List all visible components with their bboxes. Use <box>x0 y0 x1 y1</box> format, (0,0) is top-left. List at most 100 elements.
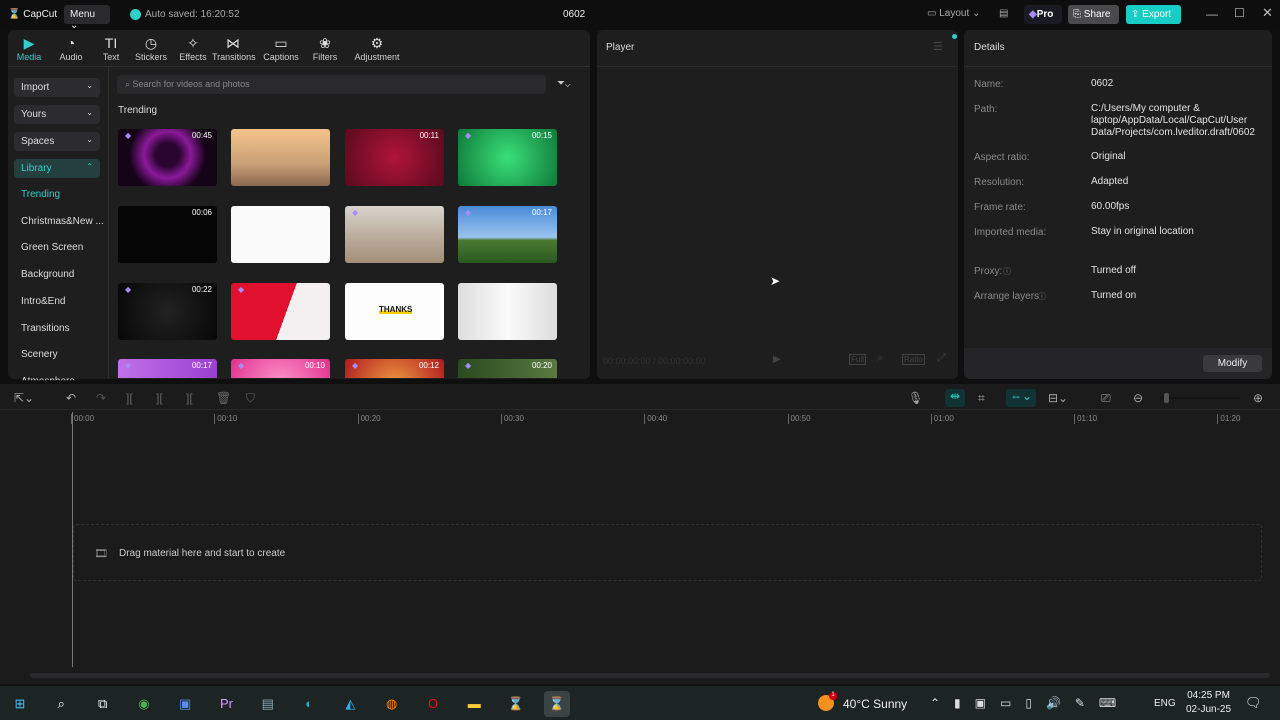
media-thumbnail[interactable]: ◆ <box>231 283 330 340</box>
media-grid: ◆ 00:45 00:11 ◆ 00:15 00:06 ◆ ◆ 00:17 ◆ 00:22 ◆ THAN… <box>108 120 590 378</box>
sidebar-item[interactable]: Christmas&New ... <box>21 216 104 227</box>
pro-button[interactable]: ◆Pro <box>1024 5 1062 24</box>
tray-icons[interactable]: ⌃▮▣▭▯🔊✎⌨ <box>930 696 1130 710</box>
media-thumbnail[interactable]: ◆ 00:22 <box>118 283 217 340</box>
split-right-icon[interactable]: ][ <box>186 391 193 405</box>
capcut-active-icon[interactable]: ⌛ <box>543 691 570 717</box>
media-thumbnail[interactable] <box>458 283 557 340</box>
media-thumbnail[interactable]: ◆ 00:10 <box>231 359 330 378</box>
firefox-icon[interactable]: ◍ <box>379 691 405 717</box>
search-icon[interactable]: ⌕ <box>48 691 74 717</box>
menu-icon[interactable]: ☰ <box>933 40 943 53</box>
redo-icon[interactable]: ↷ <box>96 391 106 405</box>
premiere-icon[interactable]: Pr <box>214 691 240 717</box>
sidebar-library-button[interactable]: Library ⌃ <box>14 159 100 178</box>
fullscreen-icon[interactable]: ⤢ <box>937 352 946 365</box>
info-icon[interactable]: ⓘ <box>1003 266 1011 277</box>
share-button[interactable]: ⎘ Share <box>1068 5 1119 24</box>
linkage-icon[interactable]: ⌗ <box>978 391 985 406</box>
menu-button[interactable]: Menu ⌄ <box>64 5 110 31</box>
zoom-out-icon[interactable]: ⊖ <box>1133 391 1143 405</box>
filter-button[interactable]: ⏷⌄ <box>557 78 570 89</box>
sidebar-item[interactable]: Trending <box>21 189 60 200</box>
media-thumbnail[interactable]: 00:06 <box>118 206 217 263</box>
zoom-slider-handle[interactable] <box>1164 393 1169 403</box>
media-thumbnail[interactable] <box>231 129 330 186</box>
tab-transitions[interactable]: ⋈ Transitions <box>212 34 256 62</box>
app2-icon[interactable]: ▤ <box>255 691 281 717</box>
modify-button[interactable]: Modify <box>1203 355 1262 372</box>
chrome-icon[interactable]: ◉ <box>131 691 157 717</box>
tab-stickers[interactable]: ◷ Stickers <box>130 34 172 62</box>
microphone-icon[interactable]: 🎙 <box>908 391 923 405</box>
zoom-slider[interactable] <box>1160 393 1240 403</box>
split-left-icon[interactable]: ][ <box>156 391 163 405</box>
export-button[interactable]: ⇪ Export <box>1126 5 1181 24</box>
app-icon[interactable]: ▣ <box>172 691 198 717</box>
weather-text[interactable]: 40°C Sunny <box>843 697 907 711</box>
split-view-icon[interactable]: ⊟⌄ <box>1048 391 1068 405</box>
zoom-icon[interactable]: ⌕ <box>877 352 883 365</box>
layout-button[interactable]: ▭ Layout ⌄ <box>927 8 980 19</box>
sidebar-item[interactable]: Background <box>21 269 74 280</box>
tab-text[interactable]: TI Text <box>90 34 132 62</box>
sidebar-yours-button[interactable]: Yours ⌄ <box>14 105 100 124</box>
language-indicator[interactable]: ENG <box>1154 698 1176 709</box>
ruler-tick: 01:00 <box>930 414 954 424</box>
capcut-icon[interactable]: ⌛ <box>503 691 529 717</box>
media-thumbnail[interactable]: ◆ 00:15 <box>458 129 557 186</box>
select-tool-icon[interactable]: ⇱⌄ <box>14 391 34 405</box>
media-thumbnail[interactable]: ◆ <box>345 206 444 263</box>
tab-filters[interactable]: ❀ Filters <box>304 34 346 62</box>
split-icon[interactable]: ][ <box>126 391 133 405</box>
ratio-button[interactable]: Ratio <box>902 354 925 365</box>
magnet-icon[interactable]: ⇹ <box>945 389 965 407</box>
media-thumbnail[interactable]: ◆ 00:12 <box>345 359 444 378</box>
tab-media[interactable]: ▶ Media <box>8 34 50 62</box>
task-view-icon[interactable]: ⧉ <box>90 691 116 717</box>
full-button[interactable]: Full <box>849 354 866 365</box>
close-button[interactable]: ✕ <box>1262 5 1273 21</box>
media-thumbnail[interactable] <box>231 206 330 263</box>
start-icon[interactable]: ⊞ <box>7 691 33 717</box>
marker-icon[interactable]: ⛉ <box>246 391 255 406</box>
media-thumbnail[interactable]: THANKS <box>345 283 444 340</box>
delete-icon[interactable]: 🗑 <box>216 391 231 405</box>
media-thumbnail[interactable]: 00:11 <box>345 129 444 186</box>
maximize-button[interactable]: ☐ <box>1234 6 1245 20</box>
drop-zone[interactable]: 🎞 Drag material here and start to create <box>73 524 1262 581</box>
file-explorer-icon[interactable]: ▬ <box>461 691 487 717</box>
undo-icon[interactable]: ↶ <box>66 391 76 405</box>
sidebar-item[interactable]: Transitions <box>21 323 70 334</box>
sidebar-item[interactable]: Green Screen <box>21 242 83 253</box>
play-button[interactable]: ▶ <box>773 354 781 365</box>
pro-diamond-icon: ◆ <box>125 131 132 140</box>
duration-label: 00:11 <box>419 131 439 140</box>
opera-icon[interactable]: O <box>420 691 446 717</box>
tab-audio[interactable]: ◔ Audio <box>50 34 92 62</box>
fit-timeline-icon[interactable]: ⎚ <box>1101 391 1111 406</box>
sidebar-spaces-button[interactable]: Spaces ⌄ <box>14 132 100 151</box>
sidebar-item[interactable]: Scenery <box>21 349 58 360</box>
tab-effects[interactable]: ✧ Effects <box>172 34 214 62</box>
media-thumbnail[interactable]: ◆ 00:45 <box>118 129 217 186</box>
notifications-icon[interactable]: 🗨 <box>1245 695 1262 711</box>
zoom-in-icon[interactable]: ⊕ <box>1253 391 1263 405</box>
tab-adjustment[interactable]: ⚙ Adjustment <box>350 34 404 62</box>
edge-icon[interactable]: ◐ <box>296 691 322 717</box>
tab-captions[interactable]: ▭ Captions <box>260 34 302 62</box>
divider <box>8 66 590 67</box>
search-input[interactable]: ⌕ Search for videos and photos <box>117 75 546 94</box>
sidebar-item[interactable]: Intro&End <box>21 296 65 307</box>
info-icon[interactable]: ⓘ <box>1038 291 1046 302</box>
horizontal-scrollbar[interactable] <box>30 673 1270 678</box>
preview-axis-icon[interactable]: ⇔⌄ <box>1006 389 1036 407</box>
media-thumbnail[interactable]: ◆ 00:17 <box>118 359 217 378</box>
minimize-button[interactable]: — <box>1206 7 1218 21</box>
sidebar-import-button[interactable]: Import ⌄ <box>14 78 100 97</box>
media-thumbnail[interactable]: ◆ 00:17 <box>458 206 557 263</box>
shortcuts-icon[interactable]: ▤ <box>999 8 1008 19</box>
app3-icon[interactable]: ◭ <box>337 691 363 717</box>
clock[interactable]: 04:25 PM 02-Jun-25 <box>1186 690 1231 715</box>
media-thumbnail[interactable]: ◆ 00:20 <box>458 359 557 378</box>
